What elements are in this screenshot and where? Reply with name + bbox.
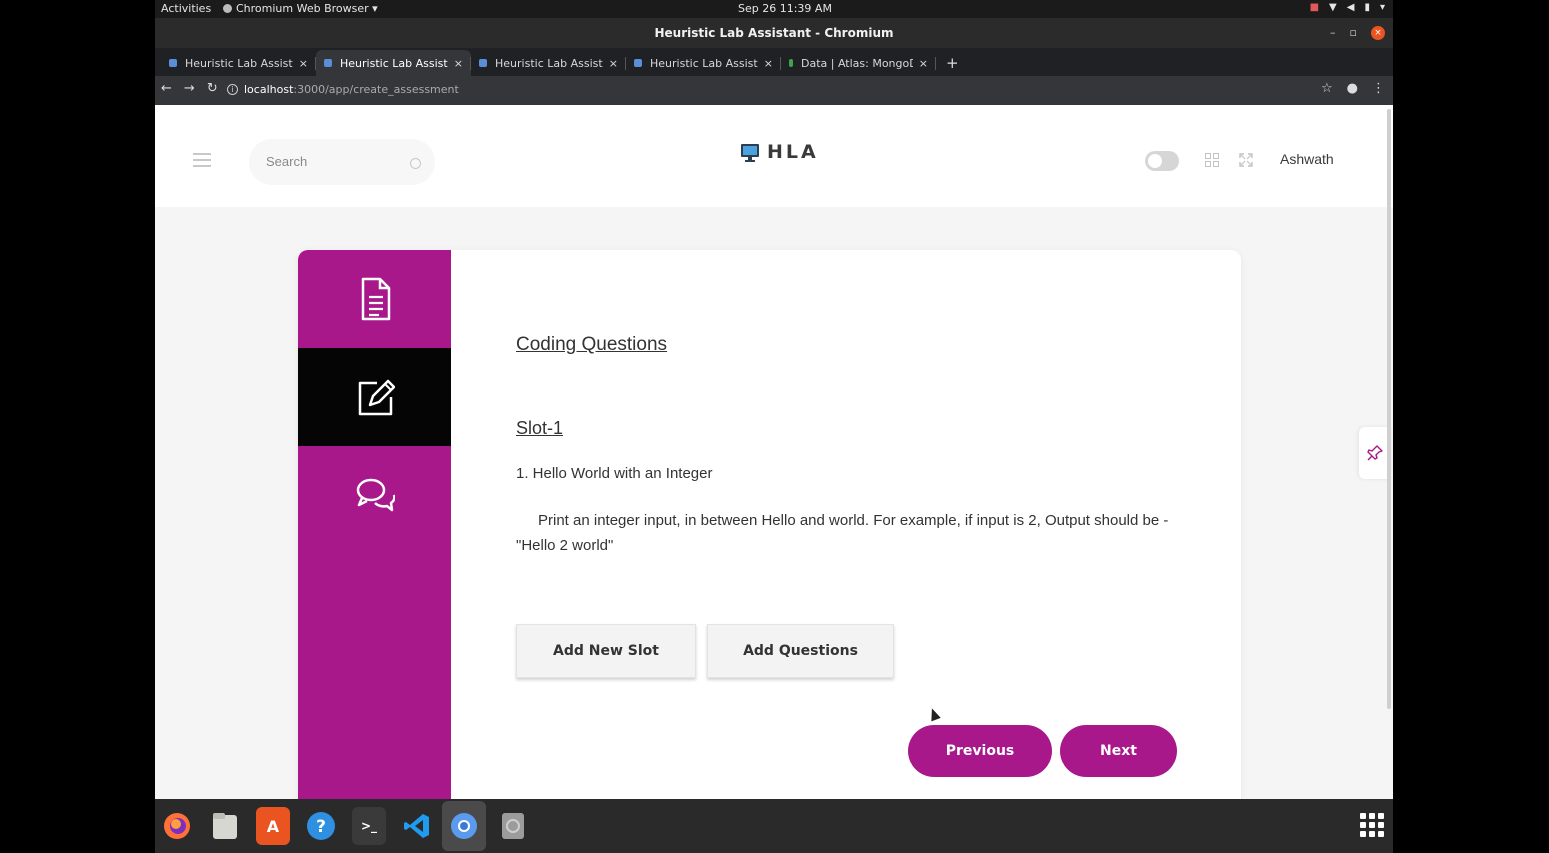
terminal-icon[interactable]: >_	[352, 807, 386, 845]
toolbar: ← → ↻ i localhost :3000/app/create_asses…	[155, 76, 1393, 105]
tab-title: Heuristic Lab Assistant	[495, 56, 603, 70]
chromium-icon[interactable]	[442, 801, 486, 851]
toolbar-right: ☆ ● ⋮	[1321, 81, 1385, 96]
svg-text:?: ?	[316, 817, 326, 837]
app-menu-label: Chromium Web Browser ▾	[236, 2, 378, 15]
search-input[interactable]: Search	[249, 139, 435, 185]
previous-button[interactable]: Previous	[908, 725, 1052, 777]
mongodb-favicon-icon	[789, 59, 793, 67]
browser-tab[interactable]: Data | Atlas: MongoDB A ×	[781, 50, 936, 76]
hamburger-menu-icon[interactable]	[193, 153, 211, 167]
site-info-icon[interactable]: i	[227, 84, 238, 95]
apps-grid-icon[interactable]	[1205, 153, 1219, 167]
browser-tab-active[interactable]: Heuristic Lab Assistant ×	[316, 50, 471, 76]
search-icon[interactable]	[410, 158, 421, 169]
favicon-icon	[634, 59, 642, 67]
monitor-logo-icon	[741, 144, 759, 162]
reload-icon[interactable]: ↻	[207, 81, 218, 96]
search-placeholder: Search	[266, 154, 308, 169]
next-button[interactable]: Next	[1060, 725, 1177, 777]
chat-icon	[356, 478, 395, 512]
step-details[interactable]	[298, 250, 451, 348]
files-icon[interactable]	[208, 807, 242, 845]
page-viewport: Search HLA Ashwath Coding Questions Slot…	[155, 105, 1393, 799]
document-icon	[361, 277, 390, 321]
nav-buttons: ← → ↻	[161, 81, 218, 96]
favicon-icon	[169, 59, 177, 67]
wifi-icon: ▼	[1329, 2, 1337, 13]
volume-icon: ◀	[1346, 2, 1355, 13]
logo-text: HLA	[767, 141, 819, 163]
url-host: localhost	[244, 83, 294, 96]
assessment-card: Coding Questions Slot-1 1. Hello World w…	[298, 250, 1241, 799]
battery-icon: ▮	[1364, 2, 1370, 13]
tab-close-icon[interactable]: ×	[299, 57, 308, 70]
step-questions[interactable]	[298, 348, 451, 446]
vscode-icon[interactable]	[400, 807, 434, 845]
edit-icon	[358, 379, 395, 416]
tab-title: Data | Atlas: MongoDB A	[801, 56, 913, 70]
question-description: Print an integer input, in between Hello…	[516, 512, 1169, 554]
disk-icon[interactable]	[496, 807, 530, 845]
system-tray[interactable]: ■ ▼ ◀ ▮ ▾	[1310, 2, 1385, 13]
slot-title: Slot-1	[516, 418, 564, 438]
window-controls: – ▫ ×	[1330, 18, 1385, 48]
step-sidebar	[298, 250, 451, 799]
url-path: :3000/app/create_assessment	[293, 83, 459, 96]
bookmark-star-icon[interactable]: ☆	[1321, 81, 1333, 96]
firefox-icon[interactable]	[160, 807, 194, 845]
activities-button[interactable]: Activities	[161, 2, 211, 15]
question-title: 1. Hello World with an Integer	[516, 465, 713, 482]
back-icon[interactable]: ←	[161, 81, 172, 96]
browser-tab[interactable]: Heuristic Lab Assistant ×	[471, 50, 626, 76]
power-menu-icon: ▾	[1379, 2, 1385, 13]
new-tab-button[interactable]: +	[936, 50, 969, 76]
ubuntu-dock: A ? >_	[155, 799, 1393, 853]
software-icon[interactable]: A	[256, 807, 290, 845]
maximize-icon[interactable]: ▫	[1350, 18, 1357, 48]
show-apps-icon[interactable]	[1360, 813, 1384, 837]
add-questions-button[interactable]: Add Questions	[707, 624, 894, 678]
favicon-icon	[479, 59, 487, 67]
section-title: Coding Questions	[516, 334, 668, 355]
browser-tab[interactable]: Heuristic Lab Assistant ×	[161, 50, 316, 76]
tab-strip: Heuristic Lab Assistant × Heuristic Lab …	[155, 48, 1393, 76]
add-new-slot-button[interactable]: Add New Slot	[516, 624, 696, 678]
chromium-icon	[223, 4, 232, 13]
browser-tab[interactable]: Heuristic Lab Assistant ×	[626, 50, 781, 76]
page-scrollbar[interactable]	[1387, 109, 1391, 709]
pin-icon	[1367, 445, 1383, 461]
camera-icon: ■	[1309, 2, 1320, 13]
tab-title: Heuristic Lab Assistant	[650, 56, 758, 70]
tab-title: Heuristic Lab Assistant	[185, 56, 293, 70]
tab-title: Heuristic Lab Assistant	[340, 56, 448, 70]
clock[interactable]: Sep 26 11:39 AM	[738, 2, 832, 15]
minimize-icon[interactable]: –	[1330, 18, 1336, 48]
omnibox[interactable]: i localhost :3000/app/create_assessment	[227, 83, 459, 96]
tab-close-icon[interactable]: ×	[919, 57, 928, 70]
close-window-icon[interactable]: ×	[1371, 26, 1385, 40]
toggle-knob	[1148, 154, 1162, 168]
fullscreen-icon[interactable]	[1239, 153, 1253, 167]
system-top-bar: Activities Chromium Web Browser ▾ Sep 26…	[155, 0, 1393, 18]
window-title: Heuristic Lab Assistant - Chromium	[654, 26, 894, 40]
forward-icon[interactable]: →	[184, 81, 195, 96]
app-menu[interactable]: Chromium Web Browser ▾	[223, 2, 378, 15]
theme-toggle[interactable]	[1145, 151, 1179, 171]
window-titlebar: Heuristic Lab Assistant - Chromium – ▫ ×	[155, 18, 1393, 48]
favicon-icon	[324, 59, 332, 67]
hla-logo[interactable]: HLA	[739, 141, 819, 163]
step-feedback[interactable]	[298, 446, 451, 544]
tab-close-icon[interactable]: ×	[609, 57, 618, 70]
app-header: Search HLA Ashwath	[155, 105, 1393, 207]
help-icon[interactable]: ?	[304, 807, 338, 845]
content-panel: Coding Questions Slot-1 1. Hello World w…	[516, 250, 1196, 799]
profile-icon[interactable]: ●	[1347, 81, 1358, 96]
user-name[interactable]: Ashwath	[1280, 151, 1334, 167]
tab-close-icon[interactable]: ×	[764, 57, 773, 70]
kebab-menu-icon[interactable]: ⋮	[1372, 81, 1385, 96]
tab-close-icon[interactable]: ×	[454, 57, 463, 70]
